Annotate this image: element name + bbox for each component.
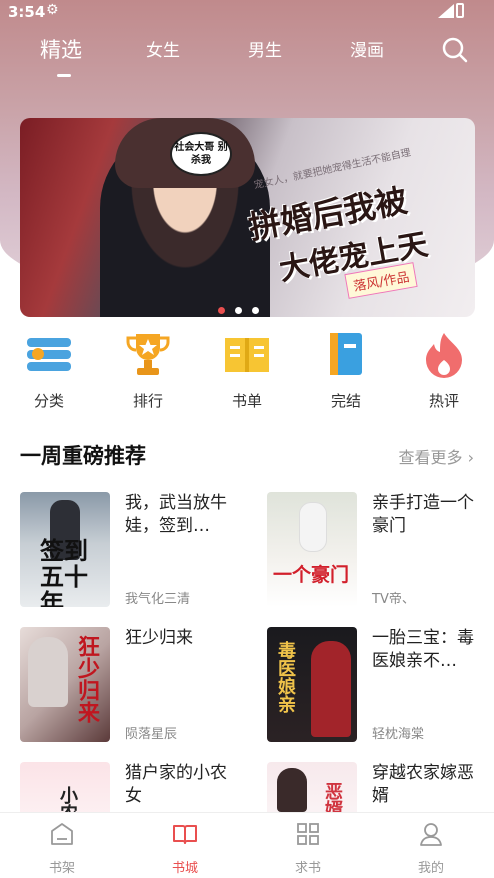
tab-male[interactable]: 男生: [248, 36, 282, 61]
category-booklist[interactable]: 书单: [207, 330, 287, 411]
open-book-icon: [225, 338, 269, 372]
active-tab-indicator: [57, 74, 71, 77]
category-label: 排行: [132, 392, 163, 410]
grid-icon: [297, 823, 319, 845]
battery-icon: [456, 3, 464, 18]
banner-pagination: [218, 299, 269, 314]
cover-title: 狂少归来: [74, 635, 99, 723]
tab-female[interactable]: 女生: [146, 36, 180, 61]
book-author: 陨落星辰: [125, 727, 178, 742]
see-more-label: 查看更多: [398, 448, 463, 467]
book-card[interactable]: 一个豪门 亲手打造一个豪门 TV帝、: [267, 492, 494, 610]
book-card[interactable]: 签到五十年 我，武当放牛娃，签到… 我气化三清: [20, 492, 248, 610]
book-title: 亲手打造一个豪门: [372, 493, 474, 536]
signal-icon: [438, 4, 454, 18]
book-cover: 一个豪门: [267, 492, 357, 607]
cover-title: 签到五十年: [40, 537, 88, 607]
category-label: 书单: [231, 392, 262, 410]
book-cover: 签到五十年: [20, 492, 110, 607]
book-author: 我气化三清: [125, 592, 191, 607]
nav-request-book[interactable]: 求书: [268, 821, 348, 876]
status-bar: 3:54 ⚙: [0, 0, 494, 22]
book-title: 我，武当放牛娃，签到…: [125, 493, 227, 536]
tab-comics[interactable]: 漫画: [350, 36, 384, 61]
search-icon[interactable]: [441, 36, 469, 64]
book-card[interactable]: 狂少归来 狂少归来 陨落星辰: [20, 627, 248, 745]
promo-banner[interactable]: 社会大哥 别杀我 宠女人，就要把她宠得生活不能自理 拼婚后我被 大佬宠上天 落风…: [20, 118, 475, 317]
status-time: 3:54: [8, 3, 46, 21]
category-ranking[interactable]: 排行: [108, 330, 188, 411]
nav-label: 我的: [417, 861, 444, 876]
category-label: 分类: [33, 392, 64, 410]
category-classify[interactable]: 分类: [9, 330, 89, 411]
section-title: 一周重磅推荐: [20, 444, 146, 468]
settings-icon: ⚙: [46, 2, 59, 18]
cover-title: 毒医娘亲: [275, 641, 296, 713]
pagination-dot[interactable]: [252, 307, 259, 314]
chevron-right-icon: ›: [467, 448, 474, 467]
list-icon: [27, 338, 71, 371]
speech-bubble: 社会大哥 别杀我: [170, 132, 232, 176]
nav-label: 书城: [171, 861, 198, 876]
book-author: TV帝、: [372, 592, 415, 607]
see-more-link[interactable]: 查看更多 ›: [398, 444, 474, 468]
tab-featured[interactable]: 精选: [40, 34, 82, 64]
book-title: 一胎三宝：毒医娘亲不…: [372, 628, 474, 671]
user-icon: [420, 823, 442, 846]
cover-title: 一个豪门: [273, 564, 350, 586]
pagination-dot[interactable]: [235, 307, 242, 314]
flame-icon: [426, 333, 462, 378]
nav-bookshelf[interactable]: 书架: [22, 821, 102, 876]
book-title: 穿越农家嫁恶婿: [372, 763, 474, 806]
pagination-dot[interactable]: [218, 307, 225, 314]
category-shortcuts: 分类 排行 书单 完结 热评: [0, 330, 494, 410]
category-hot-reviews[interactable]: 热评: [404, 330, 484, 411]
category-label: 完结: [330, 392, 361, 410]
book-author: 轻枕海棠: [372, 727, 425, 742]
book-cover: 狂少归来: [20, 627, 110, 742]
bookstore-icon: [173, 825, 197, 844]
book-title: 狂少归来: [125, 628, 193, 648]
category-completed[interactable]: 完结: [306, 330, 386, 411]
book-icon: [330, 333, 362, 375]
nav-label: 求书: [294, 861, 321, 876]
top-tabs: 精选 女生 男生 漫画: [0, 30, 494, 80]
book-card[interactable]: 毒医娘亲 一胎三宝：毒医娘亲不… 轻枕海棠: [267, 627, 494, 745]
bookshelf-icon: [51, 823, 73, 845]
book-cover: 毒医娘亲: [267, 627, 357, 742]
nav-bookstore[interactable]: 书城: [145, 821, 225, 876]
trophy-icon: [126, 334, 170, 375]
bottom-navigation: 书架 书城 求书 我的: [0, 812, 494, 878]
nav-label: 书架: [48, 861, 75, 876]
nav-profile[interactable]: 我的: [391, 821, 471, 876]
category-label: 热评: [428, 392, 459, 410]
book-title: 猎户家的小农女: [125, 763, 227, 806]
